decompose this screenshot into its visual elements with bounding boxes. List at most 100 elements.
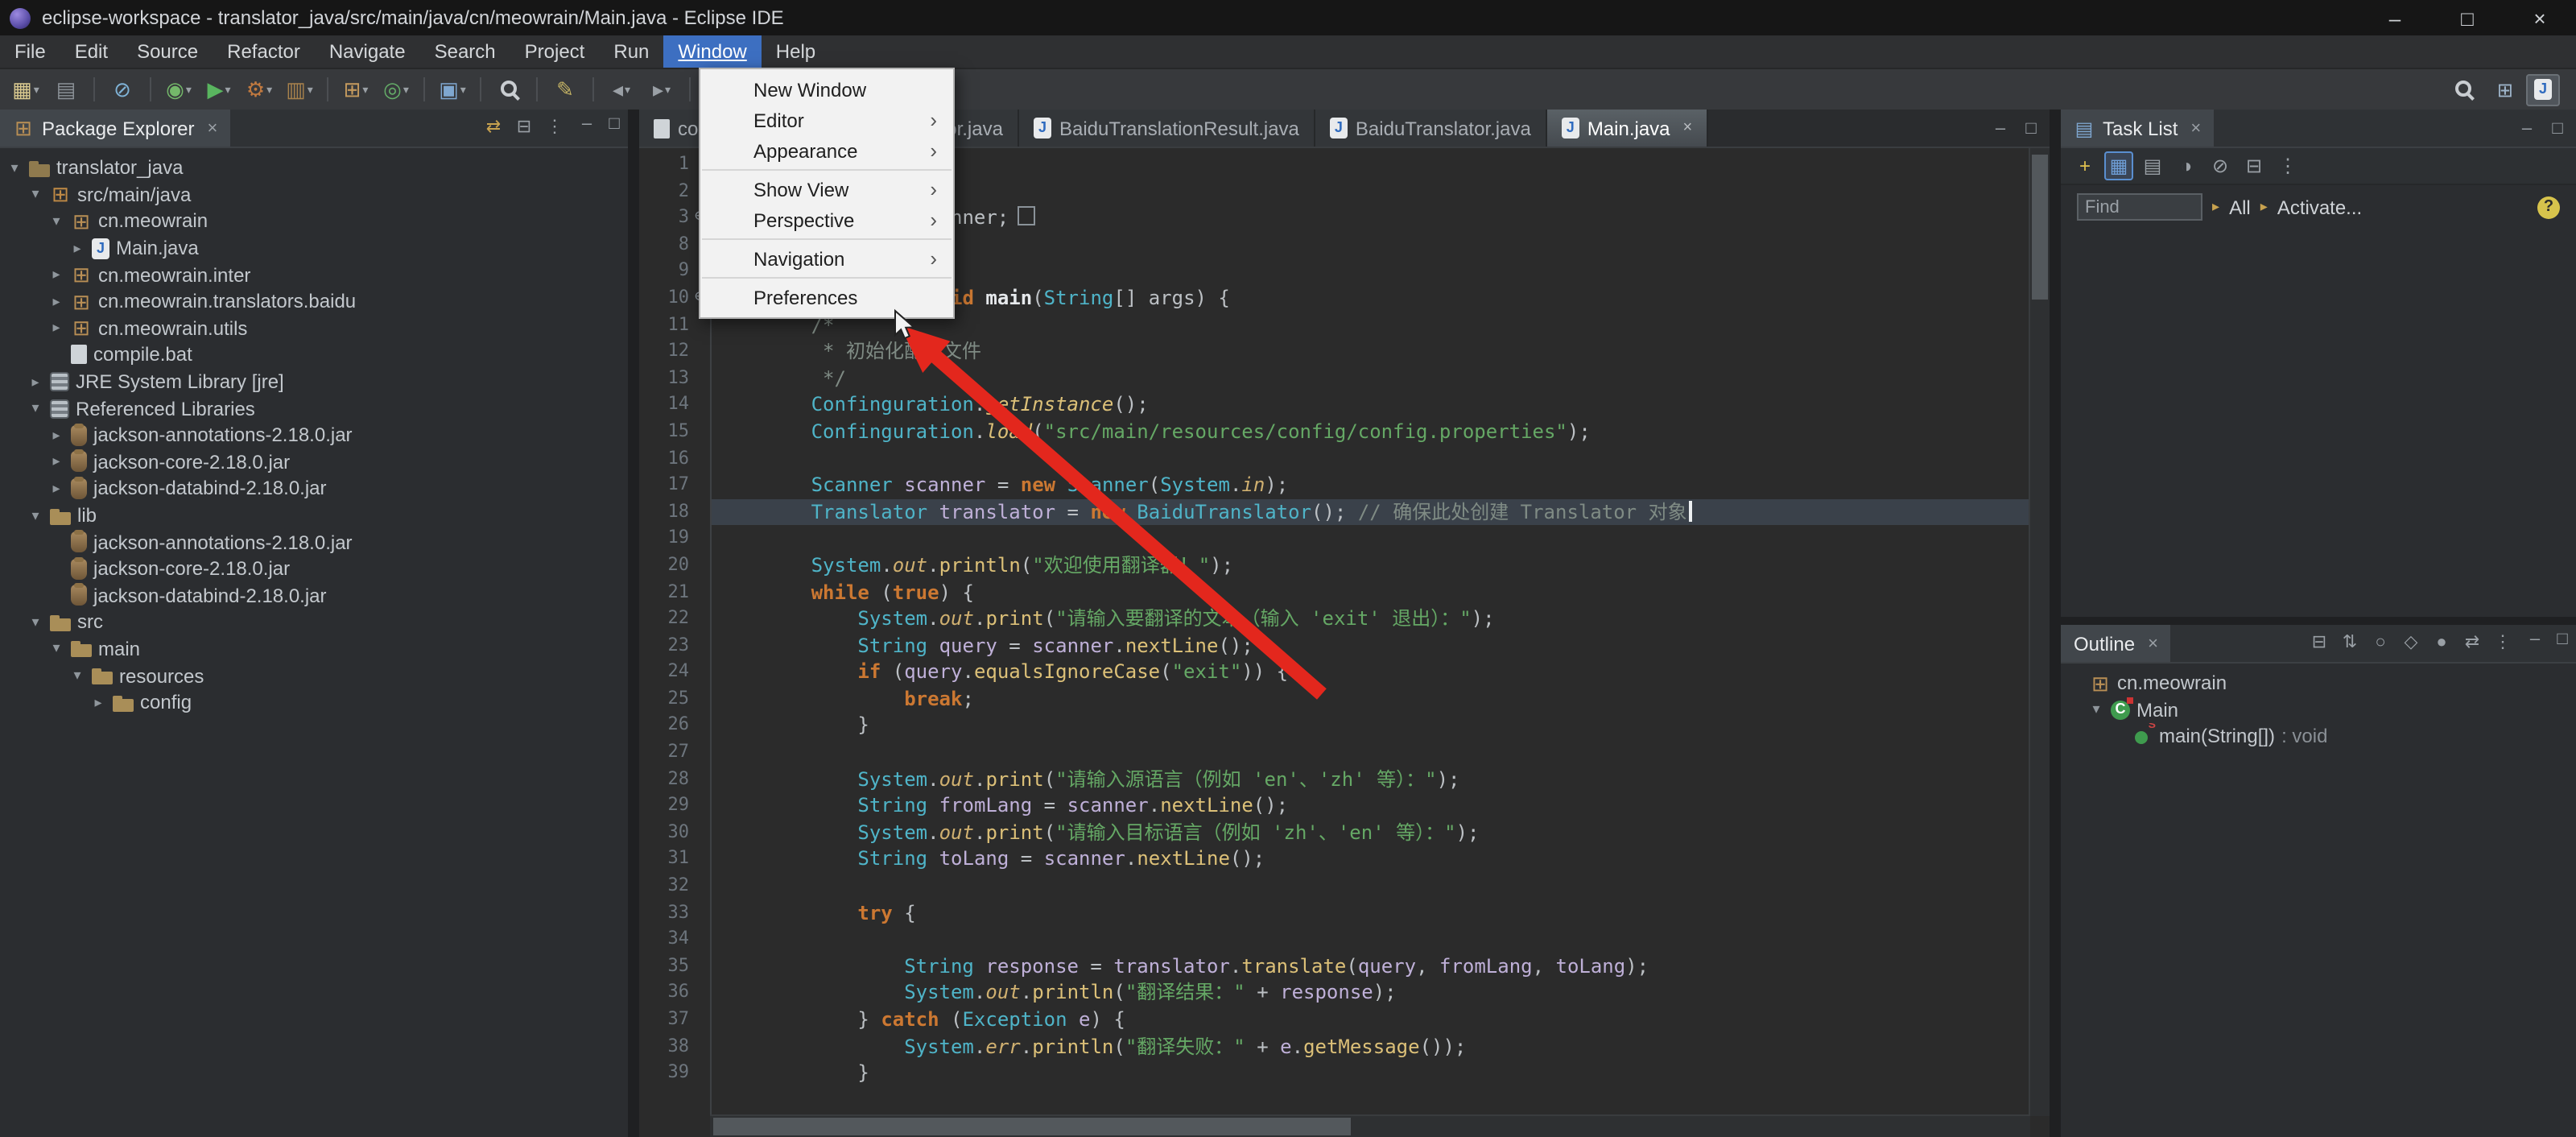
menu-file[interactable]: File (0, 35, 60, 68)
chevron-collapsed-icon[interactable]: ▸ (48, 453, 64, 471)
close-icon[interactable]: × (207, 118, 217, 138)
chevron-expanded-icon[interactable]: ▾ (6, 159, 23, 177)
tree-item-cn-meowrain-translators-baidu[interactable]: ▸⊞cn.meowrain.translators.baidu (0, 288, 628, 315)
tree-item-jackson-core-2-18-0-jar[interactable]: ▸jackson-core-2.18.0.jar (0, 449, 628, 475)
splitter[interactable] (628, 110, 639, 1137)
close-icon[interactable]: × (2148, 634, 2158, 653)
tree-item-main-java[interactable]: ▸JMain.java (0, 235, 628, 262)
code-line-16[interactable] (712, 445, 2050, 472)
code-line-31[interactable]: String toLang = scanner.nextLine(); (712, 846, 2050, 873)
link-with-editor-button[interactable]: ⇄ (480, 114, 507, 142)
chevron-collapsed-icon[interactable]: ▸ (48, 266, 64, 283)
menu-help[interactable]: Help (762, 35, 830, 68)
menu-refactor[interactable]: Refactor (213, 35, 315, 68)
tree-item-jackson-annotations-2-18-0-jar[interactable]: ▸jackson-annotations-2.18.0.jar (0, 422, 628, 449)
sort-button[interactable]: ⇅ (2336, 630, 2363, 657)
tree-item-cn-meowrain[interactable]: ▾⊞cn.meowrain (0, 208, 628, 234)
horizontal-scrollbar[interactable] (710, 1114, 2030, 1137)
run-external-tools-button[interactable]: ⚙▾ (240, 73, 279, 105)
code-line-36[interactable]: System.out.println("翻译结果：" + response); (712, 980, 2050, 1007)
maximize-icon[interactable]: □ (2549, 625, 2576, 652)
minimize-button[interactable]: – (2359, 0, 2431, 35)
vertical-scrollbar[interactable] (2029, 148, 2050, 1116)
code-line-33[interactable]: try { (712, 899, 2050, 926)
new-task-button[interactable]: + (2070, 151, 2099, 180)
code-line-23[interactable]: String query = scanner.nextLine(); (712, 632, 2050, 659)
task-list-tab[interactable]: ▤ Task List × (2061, 110, 2214, 147)
chevron-collapsed-icon[interactable]: ▸ (27, 373, 43, 391)
close-icon[interactable]: × (1683, 119, 1693, 137)
chevron-expanded-icon[interactable]: ▾ (27, 186, 43, 204)
code-line-15[interactable]: Confinguration.load("src/main/resources/… (712, 419, 2050, 445)
scheduled-button[interactable]: ▤ (2138, 151, 2167, 180)
code-line-37[interactable]: } catch (Exception e) { (712, 1007, 2050, 1033)
tree-item-main[interactable]: ▾main (0, 635, 628, 662)
menu-navigate[interactable]: Navigate (315, 35, 420, 68)
chevron-expanded-icon[interactable]: ▾ (27, 399, 43, 417)
minimize-icon[interactable]: – (2513, 114, 2541, 142)
menu-run[interactable]: Run (599, 35, 663, 68)
tree-item-cn-meowrain-utils[interactable]: ▸⊞cn.meowrain.utils (0, 315, 628, 341)
menu-item-editor[interactable]: Editor› (700, 105, 953, 135)
hide-completed-tasks-button[interactable]: ⊘ (2206, 151, 2235, 180)
code-line-34[interactable] (712, 926, 2050, 953)
tree-item-src-main-java[interactable]: ▾⊞src/main/java (0, 181, 628, 208)
splitter[interactable] (2050, 110, 2061, 1137)
tree-item-jackson-databind-2-18-0-jar[interactable]: ▸jackson-databind-2.18.0.jar (0, 475, 628, 502)
view-menu-button[interactable]: ⋮ (2273, 151, 2302, 180)
chevron-expanded-icon[interactable]: ▾ (2088, 701, 2104, 719)
tree-item-referenced-libraries[interactable]: ▾Referenced Libraries (0, 395, 628, 422)
menu-item-appearance[interactable]: Appearance› (700, 135, 953, 166)
menu-edit[interactable]: Edit (60, 35, 122, 68)
code-line-25[interactable]: break; (712, 686, 2050, 713)
chevron-collapsed-icon[interactable]: ▸ (48, 320, 64, 337)
code-line-12[interactable]: * 初始化配置文件 (712, 338, 2050, 365)
minimize-icon[interactable]: – (1987, 114, 2014, 142)
vertical-scrollbar-thumb[interactable] (2032, 155, 2048, 300)
code-line-26[interactable]: } (712, 713, 2050, 739)
code-line-19[interactable] (712, 526, 2050, 552)
coverage-button[interactable]: ▥▾ (280, 73, 319, 105)
chevron-collapsed-icon[interactable]: ▸ (48, 426, 64, 444)
java-perspective-button[interactable]: J (2526, 73, 2560, 105)
code-line-21[interactable]: while (true) { (712, 579, 2050, 606)
tree-item-cn-meowrain[interactable]: ⊞cn.meowrain (2061, 670, 2576, 697)
menu-window[interactable]: Window (663, 35, 761, 68)
hide-static-members-button[interactable]: ◇ (2397, 630, 2425, 657)
chevron-collapsed-icon[interactable]: ▸ (69, 239, 85, 257)
editor-tab-baidutranslator-java[interactable]: JBaiduTranslator.java (1315, 110, 1547, 147)
collapse-all-button[interactable]: ⊟ (2240, 151, 2268, 180)
chevron-collapsed-icon[interactable]: ▸ (48, 293, 64, 311)
maximize-icon[interactable]: □ (2017, 114, 2045, 142)
tree-item-main-string[interactable]: main(String[]) : void (2061, 723, 2576, 750)
code-line-13[interactable]: */ (712, 366, 2050, 392)
save-button[interactable]: ▤ (47, 73, 85, 105)
tree-item-config[interactable]: ▸config (0, 689, 628, 716)
menu-project[interactable]: Project (510, 35, 600, 68)
tree-item-resources[interactable]: ▾resources (0, 663, 628, 689)
maximize-icon[interactable]: □ (601, 110, 628, 137)
maximize-icon[interactable]: □ (2544, 114, 2571, 142)
new-java-project-button[interactable]: ⊞▾ (336, 73, 375, 105)
tree-item-jre-system-library-jre[interactable]: ▸JRE System Library [jre] (0, 369, 628, 395)
hide-non-public-button[interactable]: ● (2428, 630, 2455, 657)
chevron-expanded-icon[interactable]: ▾ (69, 667, 85, 684)
categorized-button[interactable]: ▦ (2104, 151, 2133, 180)
code-line-14[interactable]: Confinguration.getInstance(); (712, 392, 2050, 419)
tree-item-jackson-databind-2-18-0-jar[interactable]: jackson-databind-2.18.0.jar (0, 582, 628, 609)
menu-item-navigation[interactable]: Navigation› (700, 243, 953, 274)
close-button[interactable]: × (2504, 0, 2576, 35)
chevron-expanded-icon[interactable]: ▾ (27, 614, 43, 631)
editor-tab-baidutranslationresult-java[interactable]: JBaiduTranslationResult.java (1019, 110, 1315, 147)
folded-region-icon[interactable] (1017, 206, 1034, 225)
tree-item-lib[interactable]: ▾lib (0, 502, 628, 528)
code-line-38[interactable]: System.err.println("翻译失败：" + e.getMessag… (712, 1033, 2050, 1060)
tree-item-jackson-annotations-2-18-0-jar[interactable]: jackson-annotations-2.18.0.jar (0, 529, 628, 556)
hide-fields-button[interactable]: ○ (2367, 630, 2394, 657)
code-line-28[interactable]: System.out.print("请输入源语言（例如 'en'、'zh' 等）… (712, 766, 2050, 792)
minimize-icon[interactable]: – (573, 110, 601, 137)
new-java-class-button[interactable]: ◎▾ (377, 73, 415, 105)
focus-on-workweek-button[interactable]: ◑ (2172, 151, 2201, 180)
chevron-expanded-icon[interactable]: ▾ (48, 640, 64, 658)
next-annotation-button[interactable]: ▸▾ (642, 73, 681, 105)
